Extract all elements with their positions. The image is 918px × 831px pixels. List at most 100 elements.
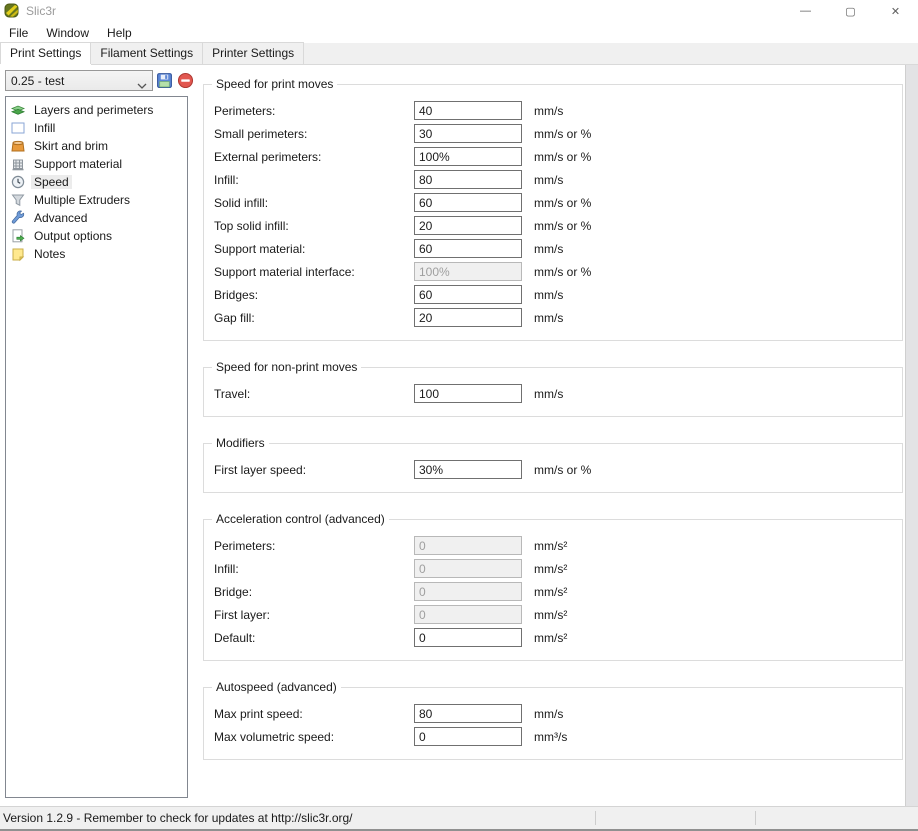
time-icon bbox=[10, 174, 26, 190]
sidebar-item-label: Speed bbox=[31, 175, 72, 189]
tab-print-settings[interactable]: Print Settings bbox=[0, 42, 91, 64]
speed-for-non-print-moves-travel-input[interactable] bbox=[414, 384, 522, 403]
acceleration-control-advanced-first-layer-input bbox=[414, 605, 522, 624]
speed-for-print-moves-support-material-interface-input bbox=[414, 262, 522, 281]
group-title: Speed for non-print moves bbox=[212, 360, 361, 374]
slic3r-app-icon bbox=[4, 3, 20, 19]
group-title: Acceleration control (advanced) bbox=[212, 512, 389, 526]
speed-for-print-moves-bridges-input[interactable] bbox=[414, 285, 522, 304]
sidebar-item-output-options[interactable]: Output options bbox=[6, 227, 187, 245]
setting-row-perimeters: Perimeters:mm/s² bbox=[214, 536, 902, 555]
title-bar: Slic3r — ▢ ✕ bbox=[0, 0, 918, 22]
skirt-icon bbox=[10, 138, 26, 154]
speed-for-print-moves-perimeters-input[interactable] bbox=[414, 101, 522, 120]
delete-preset-button[interactable] bbox=[177, 72, 195, 90]
speed-settings-panel: Speed for print movesPerimeters:mm/sSmal… bbox=[203, 84, 903, 786]
setting-row-solid-infill: Solid infill: mm/s or % bbox=[214, 193, 902, 212]
speed-for-print-moves-infill-input[interactable] bbox=[414, 170, 522, 189]
setting-label: Small perimeters: bbox=[214, 127, 414, 141]
setting-row-bridges: Bridges:mm/s bbox=[214, 285, 902, 304]
sidebar-item-label: Advanced bbox=[31, 211, 90, 225]
speed-for-print-moves-solid-infill-input[interactable] bbox=[414, 193, 522, 212]
print-settings-page: 0.25 - test Layers and perimetersInfillS… bbox=[0, 65, 906, 806]
sidebar-item-infill[interactable]: Infill bbox=[6, 119, 187, 137]
setting-label: Travel: bbox=[214, 387, 414, 401]
group-title: Modifiers bbox=[212, 436, 269, 450]
speed-for-print-moves-external-perimeters-input[interactable] bbox=[414, 147, 522, 166]
group-acceleration-control-advanced: Acceleration control (advanced)Perimeter… bbox=[203, 519, 903, 661]
autospeed-advanced-max-print-speed-input[interactable] bbox=[414, 704, 522, 723]
setting-label: Gap fill: bbox=[214, 311, 414, 325]
save-preset-button[interactable] bbox=[156, 72, 174, 90]
floppy-disk-icon bbox=[156, 72, 173, 89]
setting-unit: mm/s² bbox=[534, 539, 567, 553]
setting-row-external-perimeters: External perimeters: mm/s or % bbox=[214, 147, 902, 166]
speed-for-print-moves-small-perimeters-input[interactable] bbox=[414, 124, 522, 143]
acceleration-control-advanced-infill-input bbox=[414, 559, 522, 578]
group-speed-for-non-print-moves: Speed for non-print movesTravel:mm/s bbox=[203, 367, 903, 417]
setting-label: Support material: bbox=[214, 242, 414, 256]
setting-label: First layer speed: bbox=[214, 463, 414, 477]
setting-unit: mm/s bbox=[534, 104, 563, 118]
sidebar-item-layers-and-perimeters[interactable]: Layers and perimeters bbox=[6, 101, 187, 119]
setting-unit: mm/s² bbox=[534, 631, 567, 645]
setting-label: Support material interface: bbox=[214, 265, 414, 279]
setting-unit: mm/s or % bbox=[534, 127, 591, 141]
speed-for-print-moves-top-solid-infill-input[interactable] bbox=[414, 216, 522, 235]
funnel-icon bbox=[10, 192, 26, 208]
menu-window[interactable]: Window bbox=[37, 22, 98, 43]
settings-tab-bar: Print SettingsFilament SettingsPrinter S… bbox=[0, 43, 918, 65]
window-title: Slic3r bbox=[26, 4, 56, 18]
sidebar-item-advanced[interactable]: Advanced bbox=[6, 209, 187, 227]
status-text: Version 1.2.9 - Remember to check for up… bbox=[3, 811, 353, 825]
sidebar-item-skirt-and-brim[interactable]: Skirt and brim bbox=[6, 137, 187, 155]
sidebar-item-multiple-extruders[interactable]: Multiple Extruders bbox=[6, 191, 187, 209]
menu-bar: File Window Help bbox=[0, 22, 918, 43]
layers-icon bbox=[10, 102, 26, 118]
remove-circle-icon bbox=[177, 72, 194, 89]
sidebar-item-notes[interactable]: Notes bbox=[6, 245, 187, 263]
setting-unit: mm/s or % bbox=[534, 219, 591, 233]
modifiers-first-layer-speed-input[interactable] bbox=[414, 460, 522, 479]
acceleration-control-advanced-default-input[interactable] bbox=[414, 628, 522, 647]
setting-label: Infill: bbox=[214, 562, 414, 576]
setting-unit: mm³/s bbox=[534, 730, 567, 744]
menu-file[interactable]: File bbox=[0, 22, 37, 43]
setting-label: Solid infill: bbox=[214, 196, 414, 210]
sidebar-item-label: Support material bbox=[31, 157, 125, 171]
setting-row-first-layer: First layer:mm/s² bbox=[214, 605, 902, 624]
speed-for-print-moves-support-material-input[interactable] bbox=[414, 239, 522, 258]
autospeed-advanced-max-volumetric-speed-input[interactable] bbox=[414, 727, 522, 746]
window-controls: — ▢ ✕ bbox=[783, 0, 918, 22]
setting-unit: mm/s or % bbox=[534, 196, 591, 210]
sidebar-item-label: Multiple Extruders bbox=[31, 193, 133, 207]
setting-unit: mm/s² bbox=[534, 562, 567, 576]
setting-row-max-print-speed: Max print speed:mm/s bbox=[214, 704, 902, 723]
menu-help[interactable]: Help bbox=[98, 22, 141, 43]
setting-label: External perimeters: bbox=[214, 150, 414, 164]
setting-row-infill: Infill: mm/s² bbox=[214, 559, 902, 578]
tab-filament-settings[interactable]: Filament Settings bbox=[91, 42, 203, 64]
setting-row-max-volumetric-speed: Max volumetric speed:mm³/s bbox=[214, 727, 902, 746]
speed-for-print-moves-gap-fill-input[interactable] bbox=[414, 308, 522, 327]
status-divider bbox=[595, 811, 596, 825]
preset-selected-value: 0.25 - test bbox=[11, 74, 137, 88]
close-button[interactable]: ✕ bbox=[873, 0, 918, 22]
setting-row-small-perimeters: Small perimeters: mm/s or % bbox=[214, 124, 902, 143]
setting-unit: mm/s or % bbox=[534, 150, 591, 164]
preset-dropdown[interactable]: 0.25 - test bbox=[5, 70, 153, 91]
minimize-button[interactable]: — bbox=[783, 0, 828, 22]
note-icon bbox=[10, 246, 26, 262]
setting-unit: mm/s bbox=[534, 173, 563, 187]
sidebar-item-support-material[interactable]: Support material bbox=[6, 155, 187, 173]
maximize-button[interactable]: ▢ bbox=[828, 0, 873, 22]
status-divider bbox=[755, 811, 756, 825]
setting-label: Top solid infill: bbox=[214, 219, 414, 233]
setting-row-travel: Travel:mm/s bbox=[214, 384, 902, 403]
group-modifiers: ModifiersFirst layer speed:mm/s or % bbox=[203, 443, 903, 493]
sidebar-item-speed[interactable]: Speed bbox=[6, 173, 187, 191]
wrench-icon bbox=[10, 210, 26, 226]
setting-label: Bridges: bbox=[214, 288, 414, 302]
setting-unit: mm/s² bbox=[534, 608, 567, 622]
tab-printer-settings[interactable]: Printer Settings bbox=[203, 42, 304, 64]
